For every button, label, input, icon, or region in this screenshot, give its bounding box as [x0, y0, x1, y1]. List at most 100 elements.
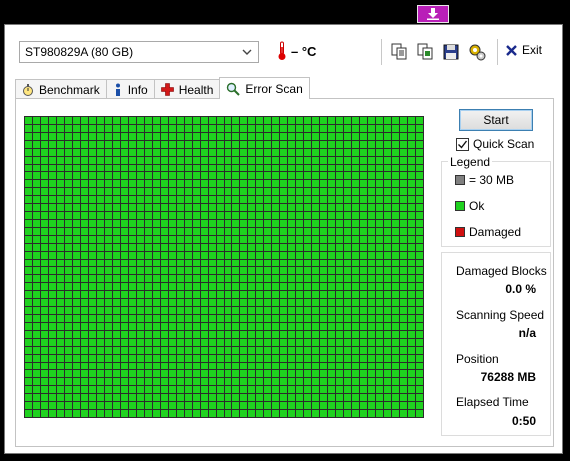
scan-block: [400, 227, 408, 235]
scan-block: [232, 219, 240, 227]
scan-block: [392, 283, 400, 291]
scan-block: [408, 235, 416, 243]
scan-block: [40, 354, 48, 362]
scan-block: [200, 196, 208, 204]
scan-block: [264, 259, 272, 267]
scan-block: [208, 267, 216, 275]
download-update-button[interactable]: [417, 5, 449, 23]
scan-block: [160, 315, 168, 322]
scan-block: [352, 346, 360, 354]
scan-block: [312, 402, 320, 410]
scan-block: [272, 227, 280, 235]
scan-block: [120, 362, 128, 370]
scan-block: [320, 322, 328, 330]
save-button[interactable]: [441, 42, 461, 62]
scan-block: [104, 346, 112, 354]
scan-block: [360, 267, 368, 275]
scan-block: [288, 410, 296, 417]
scan-block: [160, 164, 168, 172]
scan-block: [136, 219, 144, 227]
tab-info[interactable]: Info: [105, 79, 155, 99]
scan-block: [128, 212, 136, 219]
start-button[interactable]: Start: [459, 109, 533, 131]
scan-block: [208, 394, 216, 402]
scan-block: [360, 291, 368, 299]
scan-block: [96, 188, 104, 196]
scan-block: [392, 315, 400, 322]
tab-benchmark[interactable]: Benchmark: [15, 79, 107, 99]
scan-block: [200, 299, 208, 307]
scan-block: [368, 410, 376, 417]
scan-block: [120, 315, 128, 322]
scan-block: [40, 315, 48, 322]
exit-button[interactable]: Exit: [505, 43, 542, 57]
scan-block: [72, 322, 80, 330]
scan-block: [280, 156, 288, 164]
quick-scan-checkbox[interactable]: Quick Scan: [456, 137, 534, 151]
scan-block: [368, 164, 376, 172]
scan-block: [168, 251, 176, 259]
scan-block: [384, 140, 392, 148]
scan-block: [248, 259, 256, 267]
scan-block: [25, 275, 32, 283]
scan-block: [152, 124, 160, 132]
scan-block: [288, 378, 296, 386]
scan-block: [408, 307, 416, 315]
scan-block: [240, 370, 248, 378]
thermometer-icon: [278, 41, 286, 60]
scan-block: [192, 338, 200, 346]
copy-text-button[interactable]: [389, 42, 409, 62]
scan-block: [248, 275, 256, 283]
scan-block: [344, 299, 352, 307]
copy-image-button[interactable]: [415, 42, 435, 62]
scan-block: [240, 227, 248, 235]
scan-block: [184, 299, 192, 307]
scan-block: [328, 307, 336, 315]
scan-block: [120, 204, 128, 212]
scan-block: [400, 275, 408, 283]
scan-block: [312, 354, 320, 362]
scan-block: [168, 259, 176, 267]
scan-block: [104, 180, 112, 188]
scan-block: [88, 378, 96, 386]
scan-block: [144, 124, 152, 132]
scan-block: [272, 354, 280, 362]
scan-block: [240, 124, 248, 132]
scan-block: [360, 156, 368, 164]
scan-block: [352, 243, 360, 251]
scan-block: [304, 291, 312, 299]
scan-block: [368, 227, 376, 235]
scan-block: [288, 330, 296, 338]
checkbox-box[interactable]: [456, 137, 469, 151]
scan-block: [208, 315, 216, 322]
scan-block: [136, 212, 144, 219]
scan-block: [304, 124, 312, 132]
tab-error-scan[interactable]: Error Scan: [219, 77, 310, 99]
scan-block: [208, 140, 216, 148]
scan-block: [104, 410, 112, 417]
scan-block: [88, 117, 96, 124]
scan-block: [200, 402, 208, 410]
scan-block: [176, 283, 184, 291]
scan-block: [360, 212, 368, 219]
scan-block: [384, 132, 392, 140]
scan-block: [376, 370, 384, 378]
scan-block: [328, 394, 336, 402]
scan-block: [392, 378, 400, 386]
scan-block: [328, 148, 336, 156]
scan-block: [280, 140, 288, 148]
drive-select[interactable]: ST980829A (80 GB): [19, 41, 259, 63]
options-button[interactable]: [467, 42, 487, 62]
scan-block: [56, 132, 64, 140]
scan-block: [416, 219, 423, 227]
scan-block: [336, 243, 344, 251]
scan-block: [64, 394, 72, 402]
scan-block: [64, 275, 72, 283]
scan-block: [288, 172, 296, 180]
tab-health[interactable]: Health: [153, 79, 221, 99]
scan-block: [264, 378, 272, 386]
scan-block: [408, 386, 416, 394]
scan-block: [352, 299, 360, 307]
scan-block: [328, 235, 336, 243]
scan-block: [32, 164, 40, 172]
